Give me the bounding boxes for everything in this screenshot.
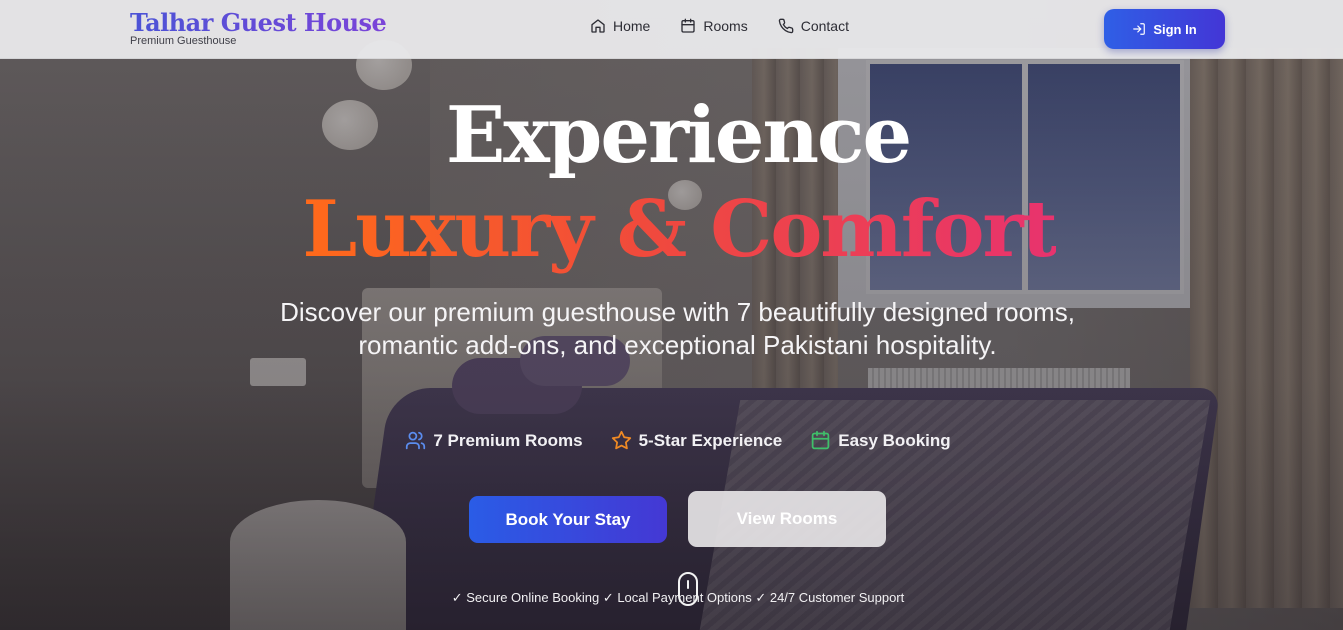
scroll-down-indicator[interactable] <box>678 572 698 606</box>
sign-in-label: Sign In <box>1153 21 1197 37</box>
page: Talhar Guest House Premium Guesthouse Ho… <box>0 0 1343 630</box>
brand-title: Talhar Guest House <box>130 8 387 37</box>
nav-label: Home <box>613 18 651 34</box>
brand-logo[interactable]: Talhar Guest House Premium Guesthouse <box>130 8 387 47</box>
hero-features: 7 Premium Rooms 5-Star Experience Easy B… <box>0 430 1343 451</box>
hero-title-accent: Luxury & Comfort <box>302 184 1057 275</box>
main-nav: Home Rooms Contact <box>590 18 849 34</box>
feature-premium-rooms: 7 Premium Rooms <box>405 430 583 451</box>
feature-easy-booking: Easy Booking <box>810 430 951 451</box>
phone-icon <box>778 18 794 34</box>
feature-label: 7 Premium Rooms <box>433 430 583 450</box>
nav-label: Rooms <box>703 18 748 34</box>
feature-five-star: 5-Star Experience <box>611 430 783 451</box>
login-icon <box>1133 23 1146 35</box>
hero-title-line1: Experience <box>445 90 912 181</box>
sign-in-button[interactable]: Sign In <box>1104 9 1225 49</box>
hero-title-line2: Luxury & Comfort <box>0 180 1343 280</box>
calendar-icon <box>681 18 696 33</box>
scroll-dot <box>687 580 689 589</box>
users-icon <box>406 431 426 450</box>
calendar-icon <box>811 430 830 450</box>
home-icon <box>591 19 605 33</box>
nav-item-rooms[interactable]: Rooms <box>680 18 748 34</box>
nav-item-contact[interactable]: Contact <box>778 18 849 34</box>
trust-line: ✓ Secure Online Booking ✓ Local Payment … <box>451 590 905 605</box>
hero-description: Discover our premium guesthouse with 7 b… <box>280 297 1075 360</box>
top-navbar: Talhar Guest House Premium Guesthouse Ho… <box>0 0 1343 59</box>
feature-label: Easy Booking <box>838 430 951 450</box>
book-your-stay-button[interactable]: Book Your Stay <box>469 496 667 543</box>
star-icon <box>611 430 631 450</box>
feature-label: 5-Star Experience <box>638 430 783 450</box>
view-rooms-button[interactable]: View Rooms <box>688 491 886 547</box>
hero-section: Experience Luxury & Comfort Discover our… <box>0 0 1343 630</box>
nav-item-home[interactable]: Home <box>590 18 650 34</box>
nav-label: Contact <box>800 18 849 34</box>
